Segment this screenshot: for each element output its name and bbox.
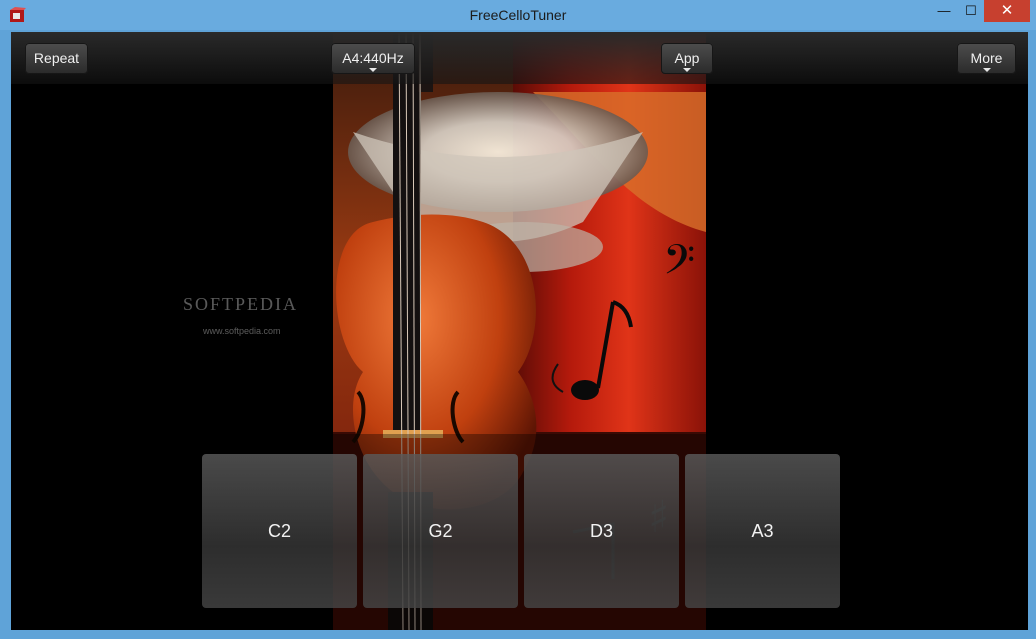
repeat-button-label: Repeat [33,50,80,66]
title-bar[interactable]: FreeCelloTuner — ☐ ✕ [0,0,1036,30]
tuner-canvas: 𝄢 ♯ SOFTPEDIA www.softpedia.com Repeat A… [11,32,1028,630]
softpedia-watermark-url: www.softpedia.com [203,326,281,336]
maximize-button[interactable]: ☐ [958,0,984,22]
close-button[interactable]: ✕ [984,0,1030,22]
minimize-button[interactable]: — [932,0,956,22]
repeat-button[interactable]: Repeat [25,43,88,74]
more-menu-label: More [970,50,1003,66]
app-menu-label: App [674,50,700,66]
app-menu-button[interactable]: App [661,43,713,74]
chevron-down-icon [369,68,377,72]
top-toolbar [11,32,1028,84]
svg-text:𝄢: 𝄢 [663,236,695,294]
chevron-down-icon [982,68,991,72]
string-button-g2[interactable]: G2 [363,454,518,608]
chevron-down-icon [683,68,691,72]
pitch-reference-label: A4:440Hz [342,50,404,66]
string-button-c2[interactable]: C2 [202,454,357,608]
app-window: FreeCelloTuner — ☐ ✕ 𝄢 SOFTPEDIA www.sof… [0,0,1036,639]
pitch-reference-button[interactable]: A4:440Hz [331,43,415,74]
string-button-d3[interactable]: D3 [524,454,679,608]
softpedia-watermark: SOFTPEDIA [183,294,299,314]
more-menu-button[interactable]: More [957,43,1016,74]
window-title: FreeCelloTuner [469,7,567,23]
string-buttons-panel [11,434,1028,630]
string-button-a3[interactable]: A3 [685,454,840,608]
